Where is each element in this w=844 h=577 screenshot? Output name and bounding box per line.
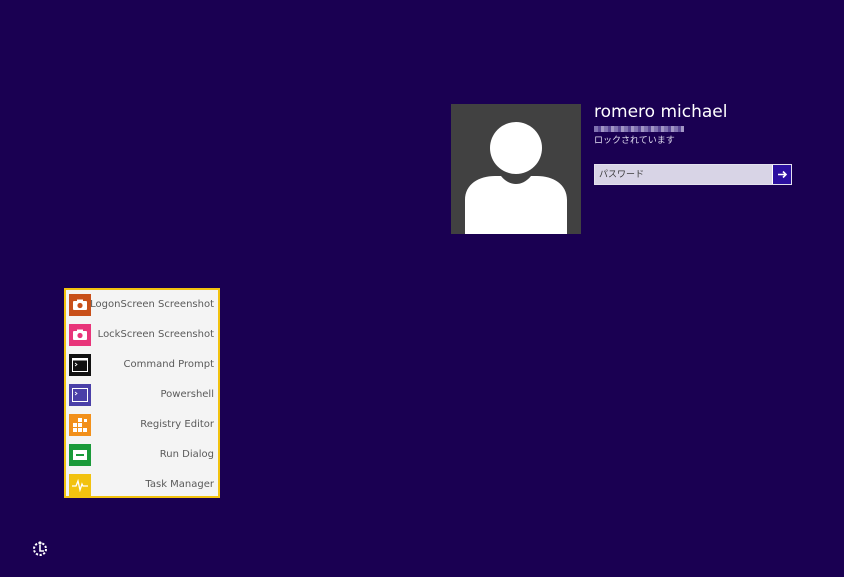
- submit-button[interactable]: [772, 165, 791, 184]
- task-manager-icon: [69, 474, 91, 496]
- camera-icon: [69, 294, 91, 316]
- user-avatar: [451, 104, 581, 234]
- tool-label: LogonScreen Screenshot: [90, 299, 214, 310]
- lock-screen: romero michael ロックされています LogonScreen Scr…: [0, 0, 844, 577]
- tool-label: Registry Editor: [140, 419, 214, 430]
- tool-item-command-prompt[interactable]: Command Prompt: [68, 352, 216, 378]
- tool-item-lockscreen-screenshot[interactable]: LockScreen Screenshot: [68, 322, 216, 348]
- tool-label: Run Dialog: [159, 449, 214, 460]
- user-info: romero michael ロックされています: [594, 101, 834, 148]
- masked-account-id: [594, 126, 684, 132]
- registry-icon: [69, 414, 91, 436]
- terminal-icon: [69, 354, 91, 376]
- tool-item-task-manager[interactable]: Task Manager: [68, 472, 216, 498]
- user-silhouette-icon: [465, 122, 567, 234]
- password-box: [594, 164, 792, 185]
- tool-label: Command Prompt: [123, 359, 214, 370]
- arrow-right-icon: [777, 170, 787, 179]
- tool-item-logonscreen-screenshot[interactable]: LogonScreen Screenshot: [68, 292, 216, 318]
- ease-of-access-icon[interactable]: [31, 540, 49, 558]
- powershell-icon: [69, 384, 91, 406]
- run-dialog-icon: [69, 444, 91, 466]
- tool-item-powershell[interactable]: Powershell: [68, 382, 216, 408]
- user-name: romero michael: [594, 102, 728, 122]
- password-input[interactable]: [595, 165, 772, 184]
- lock-status-text: ロックされています: [594, 136, 675, 146]
- tool-label: LockScreen Screenshot: [97, 329, 214, 340]
- tool-item-registry-editor[interactable]: Registry Editor: [68, 412, 216, 438]
- tool-label: Powershell: [160, 389, 215, 400]
- tool-menu: LogonScreen Screenshot LockScreen Screen…: [64, 288, 220, 498]
- tool-label: Task Manager: [145, 479, 214, 490]
- tool-item-run-dialog[interactable]: Run Dialog: [68, 442, 216, 468]
- camera-icon: [69, 324, 91, 346]
